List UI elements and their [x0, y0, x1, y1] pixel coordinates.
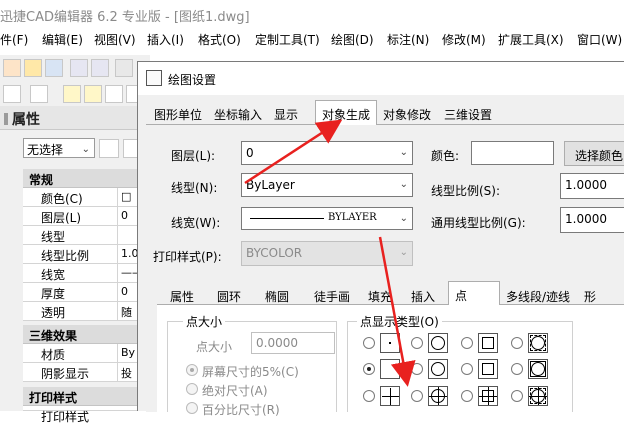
arrow-to-object-creation-tab	[244, 119, 343, 185]
arrow-to-point-style	[378, 236, 416, 387]
annotation-arrows	[244, 119, 416, 387]
